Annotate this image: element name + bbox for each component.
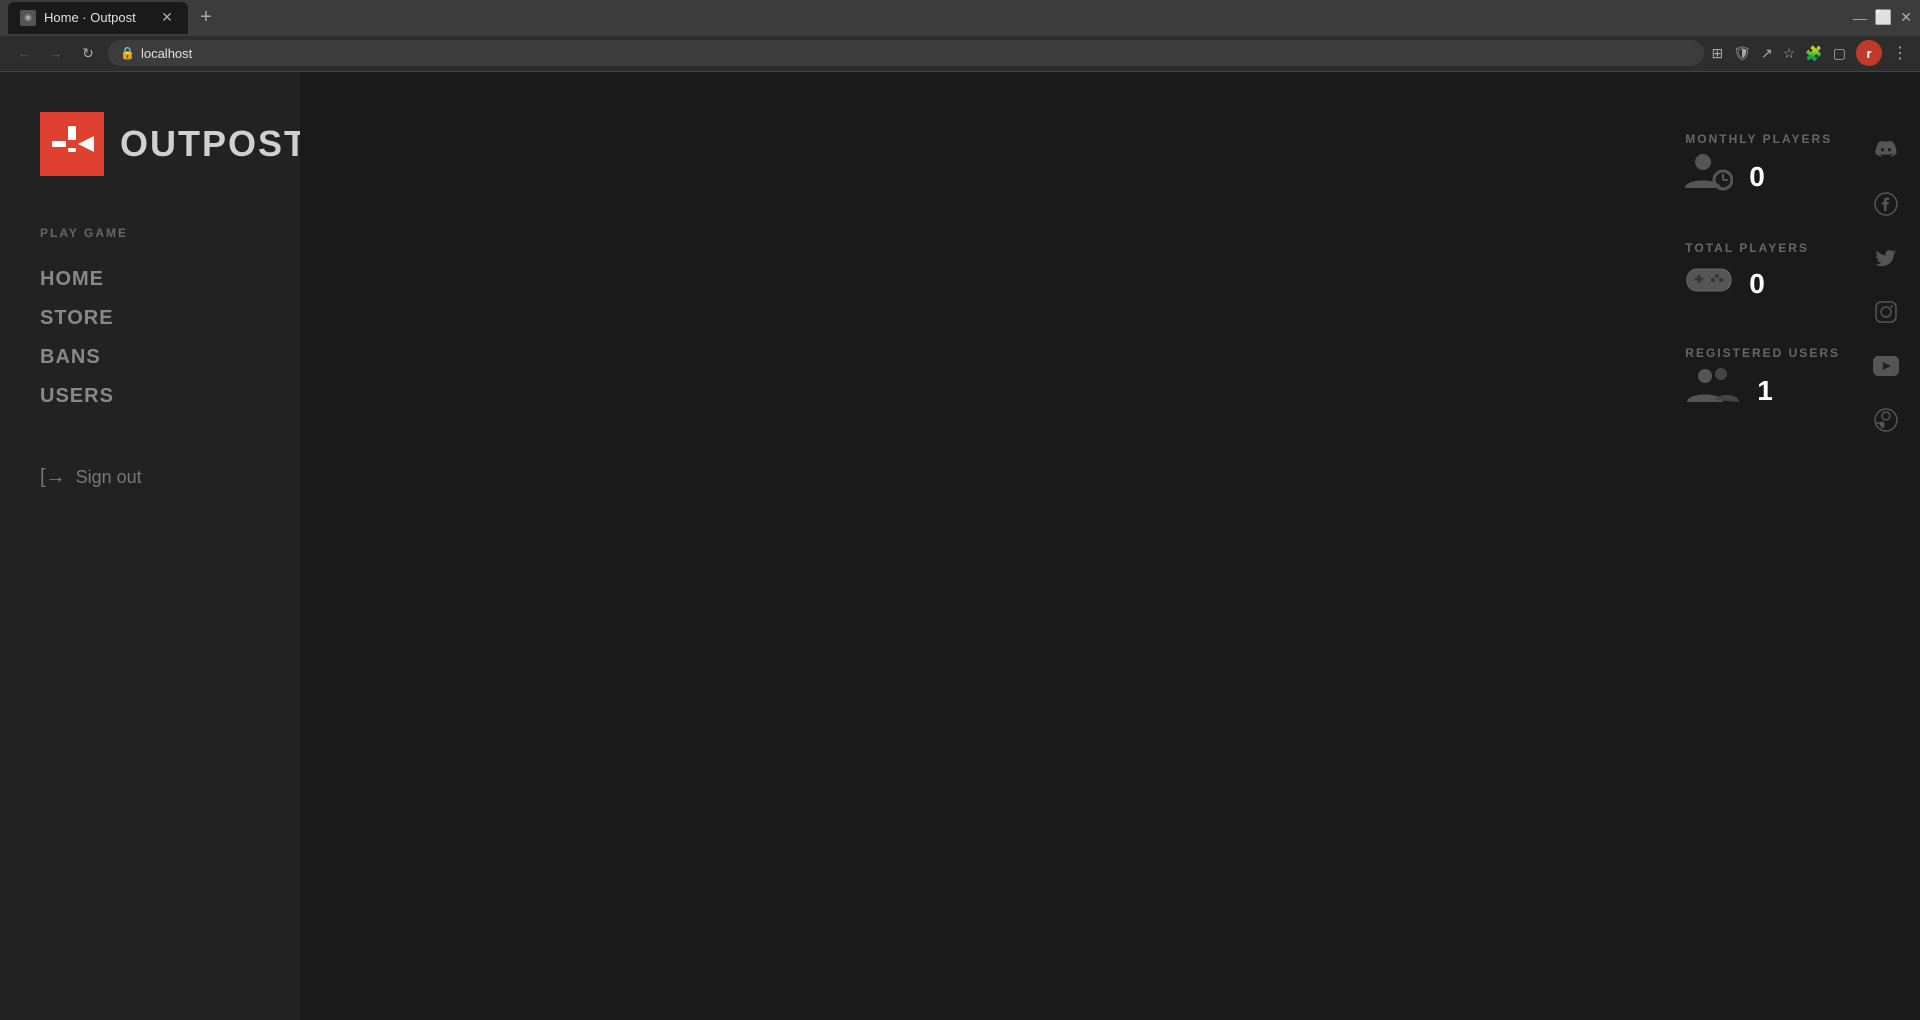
address-bar-right: ⊞ 🛡 ↗ ☆ 🧩 ▢ r ⋮ — [1712, 40, 1908, 66]
monthly-players-row: 0 — [1685, 152, 1765, 201]
signout-button[interactable]: [→ Sign out — [40, 466, 260, 489]
registered-users-stat: REGISTERED USERS 1 — [1685, 346, 1840, 415]
share-icon[interactable]: ↗ — [1761, 45, 1773, 62]
registered-users-row: 1 — [1685, 366, 1773, 415]
total-players-label: TOTAL PLAYERS — [1685, 241, 1809, 255]
logo-text: OUTPOST — [120, 123, 308, 165]
tab-bar-controls: — ⬜ ✕ — [1853, 9, 1912, 26]
url-bar[interactable]: 🔒 localhost — [108, 40, 1704, 66]
tab-bar-close[interactable]: ✕ — [1900, 9, 1912, 26]
tab-close-button[interactable]: ✕ — [158, 9, 176, 27]
back-button[interactable]: ← — [12, 41, 36, 65]
monthly-players-label: MONTHLY PLAYERS — [1685, 132, 1832, 146]
browser-menu-button[interactable]: ⋮ — [1892, 43, 1908, 63]
facebook-icon[interactable] — [1868, 186, 1904, 222]
logo-area: OUTPOST — [40, 112, 260, 176]
total-players-value: 0 — [1749, 268, 1765, 300]
social-panel — [1868, 132, 1904, 438]
tab-bar-minimize[interactable]: — — [1853, 10, 1867, 26]
tab-favicon: ◉ — [20, 10, 36, 26]
tab-title: Home · Outpost — [44, 10, 136, 25]
instagram-icon[interactable] — [1868, 294, 1904, 330]
registered-users-icon — [1685, 366, 1741, 415]
url-text: localhost — [141, 46, 192, 61]
monthly-players-icon — [1685, 152, 1733, 201]
forward-button[interactable]: → — [44, 41, 68, 65]
total-players-stat: TOTAL PLAYERS 0 — [1685, 241, 1840, 306]
signout-icon: [→ — [40, 466, 66, 489]
registered-users-label: REGISTERED USERS — [1685, 346, 1840, 360]
nav-bans[interactable]: BANS — [40, 338, 260, 377]
bookmark-icon[interactable]: ☆ — [1783, 45, 1796, 62]
nav-users[interactable]: USERS — [40, 377, 260, 416]
translate-icon[interactable]: ⊞ — [1712, 45, 1724, 62]
signout-label: Sign out — [76, 467, 142, 488]
address-bar: ← → ↻ 🔒 localhost ⊞ 🛡 ↗ ☆ 🧩 ▢ r ⋮ — [0, 36, 1920, 72]
logo-svg — [50, 122, 94, 166]
reload-button[interactable]: ↻ — [76, 41, 100, 65]
stats-panel: MONTHLY PLAYERS 0 — [1685, 132, 1840, 415]
nav-store[interactable]: STORE — [40, 299, 260, 338]
browser-chrome: ◉ Home · Outpost ✕ + — ⬜ ✕ ← → ↻ 🔒 local… — [0, 0, 1920, 72]
monthly-players-value: 0 — [1749, 161, 1765, 193]
discord-icon[interactable] — [1868, 132, 1904, 168]
active-tab[interactable]: ◉ Home · Outpost ✕ — [8, 2, 188, 34]
tab-bar: ◉ Home · Outpost ✕ + — ⬜ ✕ — [0, 0, 1920, 36]
tab-bar-maximize[interactable]: ⬜ — [1875, 9, 1892, 26]
profile-avatar[interactable]: r — [1856, 40, 1882, 66]
youtube-icon[interactable] — [1868, 348, 1904, 384]
section-label: PLAY GAME — [40, 226, 260, 240]
steam-icon[interactable] — [1868, 402, 1904, 438]
registered-users-value: 1 — [1757, 375, 1773, 407]
total-players-icon — [1685, 261, 1733, 306]
nav-links: HOME STORE BANS USERS — [40, 260, 260, 416]
new-tab-button[interactable]: + — [192, 4, 220, 32]
twitter-icon[interactable] — [1868, 240, 1904, 276]
total-players-row: 0 — [1685, 261, 1765, 306]
app-container: V OUTPOST PLAY GAME HOME — [0, 72, 1920, 1020]
monthly-players-stat: MONTHLY PLAYERS 0 — [1685, 132, 1840, 201]
split-view-icon[interactable]: ▢ — [1833, 45, 1846, 62]
shield-icon[interactable]: 🛡 — [1733, 45, 1751, 62]
nav-home[interactable]: HOME — [40, 260, 260, 299]
logo-icon — [40, 112, 104, 176]
puzzle-icon[interactable]: 🧩 — [1805, 45, 1822, 62]
sidebar: OUTPOST PLAY GAME HOME STORE BANS USERS … — [0, 72, 300, 1020]
lock-icon: 🔒 — [120, 46, 135, 60]
main-content: MONTHLY PLAYERS 0 — [300, 72, 1920, 1020]
